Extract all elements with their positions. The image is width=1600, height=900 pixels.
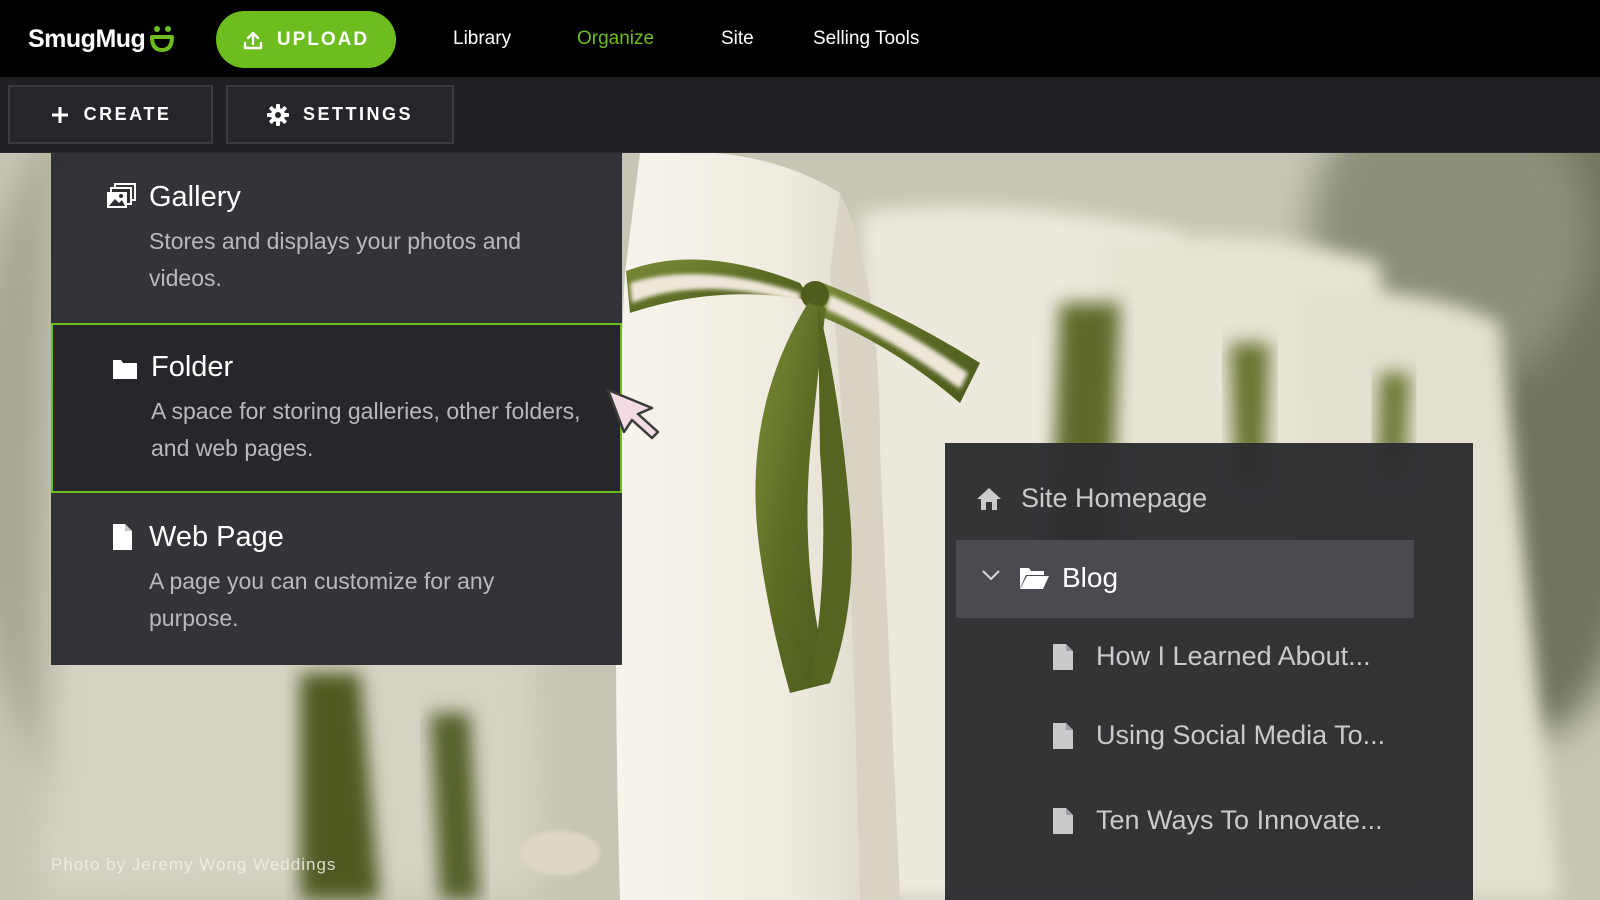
upload-button[interactable]: UPLOAD bbox=[216, 11, 396, 68]
create-button[interactable]: CREATE bbox=[8, 85, 213, 144]
plus-icon bbox=[50, 105, 70, 125]
organize-toolbar: CREATE SETTINGS bbox=[0, 77, 1600, 153]
logo-text: SmugMug bbox=[28, 24, 146, 53]
nav-link-organize[interactable]: Organize bbox=[577, 28, 654, 50]
gallery-icon bbox=[107, 183, 136, 208]
tree-item-label: Using Social Media To... bbox=[1096, 720, 1386, 750]
tree-item-label: Ten Ways To Innovate... bbox=[1096, 805, 1383, 835]
create-menu-item-folder[interactable]: Folder A space for storing galleries, ot… bbox=[51, 323, 622, 493]
tree-item-label: How I Learned About... bbox=[1096, 641, 1371, 671]
folder-icon bbox=[113, 360, 137, 379]
tree-item-page[interactable]: Ten Ways To Innovate... bbox=[1051, 805, 1383, 836]
create-menu-item-web-page[interactable]: Web Page A page you can customize for an… bbox=[51, 495, 622, 665]
page-icon bbox=[1053, 722, 1073, 749]
menu-item-title: Folder bbox=[151, 351, 234, 383]
tree-item-label: Site Homepage bbox=[1021, 483, 1208, 513]
smile-icon bbox=[150, 26, 175, 52]
menu-item-title: Web Page bbox=[149, 521, 284, 553]
tree-item-site-homepage[interactable]: Site Homepage bbox=[975, 483, 1207, 514]
page-icon bbox=[1053, 807, 1073, 834]
tree-item-blog[interactable]: Blog bbox=[956, 540, 1414, 618]
top-nav: SmugMug UPLOAD Library Organize Site Sel… bbox=[0, 0, 1600, 77]
home-icon bbox=[977, 487, 1001, 510]
upload-label: UPLOAD bbox=[276, 28, 370, 50]
menu-item-desc: A page you can customize for any purpose… bbox=[149, 568, 495, 631]
nav-link-site[interactable]: Site bbox=[721, 28, 754, 50]
tree-item-label: Blog bbox=[1062, 562, 1119, 593]
create-label: CREATE bbox=[83, 104, 172, 124]
nav-link-library[interactable]: Library bbox=[453, 28, 511, 50]
site-tree-panel: Site Homepage Blog How I Learned About..… bbox=[945, 443, 1473, 900]
tree-item-page[interactable]: Using Social Media To... bbox=[1051, 720, 1385, 751]
mouse-cursor-icon bbox=[606, 388, 660, 440]
nav-link-selling-tools[interactable]: Selling Tools bbox=[813, 28, 919, 50]
folder-open-icon bbox=[1020, 568, 1049, 589]
settings-button[interactable]: SETTINGS bbox=[226, 85, 454, 144]
settings-label: SETTINGS bbox=[302, 104, 413, 124]
create-menu-item-gallery[interactable]: Gallery Stores and displays your photos … bbox=[51, 153, 622, 323]
create-menu: Gallery Stores and displays your photos … bbox=[51, 153, 622, 665]
gear-icon bbox=[266, 103, 289, 126]
menu-item-desc: A space for storing galleries, other fol… bbox=[151, 398, 581, 461]
photo-credit: Photo by Jeremy Wong Weddings bbox=[51, 855, 337, 874]
page-icon bbox=[1053, 643, 1073, 670]
upload-icon bbox=[243, 31, 263, 49]
menu-item-desc: Stores and displays your photos and vide… bbox=[149, 228, 522, 291]
smugmug-logo[interactable]: SmugMug bbox=[28, 22, 175, 56]
tree-item-page[interactable]: How I Learned About... bbox=[1051, 641, 1371, 672]
page-icon bbox=[113, 524, 132, 550]
chevron-down-icon[interactable] bbox=[980, 568, 1002, 582]
menu-item-title: Gallery bbox=[149, 181, 241, 213]
